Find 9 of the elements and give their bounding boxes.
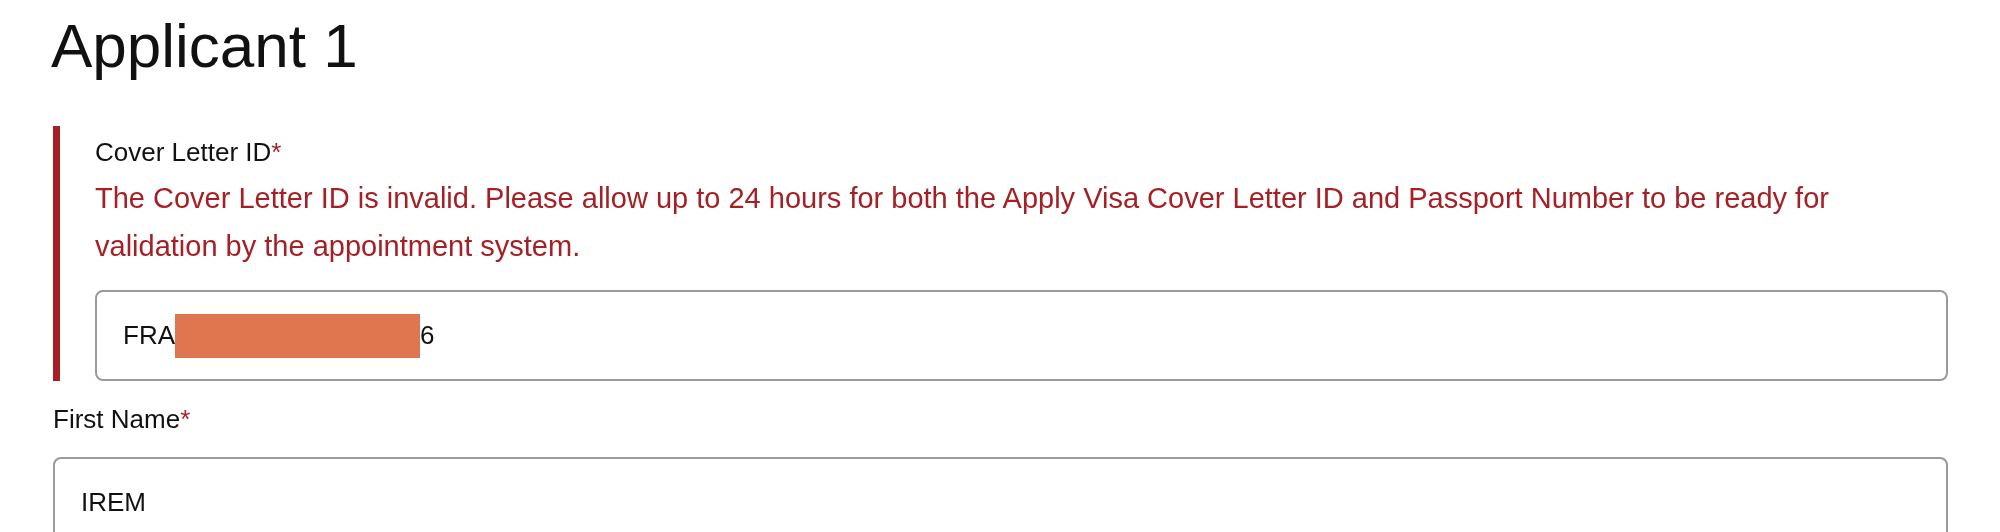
field-label: First Name* <box>53 403 191 435</box>
text-field[interactable]: FRA 6 <box>95 290 1948 381</box>
field-label: Cover Letter ID* <box>95 136 282 168</box>
text-field[interactable]: IREM <box>53 457 1948 532</box>
field-value: FRA <box>123 319 175 352</box>
field-value: IREM <box>81 486 146 519</box>
page-heading: Applicant 1 <box>51 10 359 82</box>
field-value: 6 <box>420 319 435 352</box>
error-message: The Cover Letter ID is invalid. Please allow up to 24 hours for both the Apply Visa Cover Letter ID and Passport Number to be ready for validation by the appointment system. <box>95 181 1830 264</box>
